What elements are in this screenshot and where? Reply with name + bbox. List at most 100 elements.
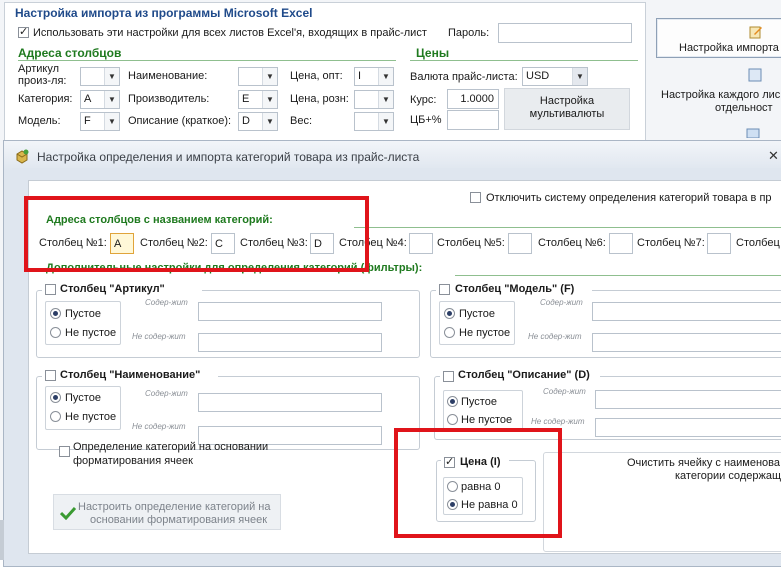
price-opt-label: Цена, опт:	[290, 70, 343, 82]
each-sheet-settings-button[interactable]: Настройка каждого лис отдельност	[656, 62, 781, 122]
model-contains-field[interactable]	[592, 302, 781, 321]
import-settings-button-label: Настройка импорта	[679, 42, 779, 54]
name-filter-checkbox[interactable]	[45, 370, 56, 381]
article-label: Артикул произ-ля:	[18, 63, 67, 87]
model-filter-checkbox[interactable]	[439, 284, 450, 295]
markup-field[interactable]	[447, 110, 499, 130]
chevron-down-icon[interactable]: ▼	[104, 68, 119, 85]
columns-header-divider	[18, 60, 396, 61]
format-based-label-2: форматирования ячеек	[73, 455, 193, 467]
highlight-box-category-columns	[24, 196, 369, 272]
chevron-down-icon[interactable]: ▼	[262, 113, 277, 130]
desc-empty-radio[interactable]	[447, 396, 458, 407]
producer-combo-value: E	[242, 93, 250, 105]
clear-cell-label-2: категории содержащ	[675, 470, 781, 482]
edit-settings-icon	[749, 26, 762, 39]
desc-not-contains-field[interactable]	[595, 418, 781, 437]
currency-combo-value: USD	[526, 70, 550, 82]
desc-not-empty-radio[interactable]	[447, 414, 458, 425]
each-sheet-button-label-2: отдельност	[715, 102, 773, 114]
name-filter-title: Столбец "Наименование"	[60, 369, 201, 381]
rate-field[interactable]: 1.0000	[447, 89, 499, 109]
column-5-field[interactable]	[508, 233, 532, 254]
desc-filter-title: Столбец "Описание" (D)	[458, 369, 590, 381]
markup-label: ЦБ+%	[410, 114, 442, 126]
name-label: Наименование:	[128, 70, 208, 82]
article-empty-radio[interactable]	[50, 308, 61, 319]
column-6-label: Столбец №6:	[538, 237, 606, 249]
use-all-sheets-checkbox[interactable]	[18, 25, 29, 38]
category-combo[interactable]: A ▼	[80, 90, 120, 109]
column-5-label: Столбец №5:	[437, 237, 505, 249]
desc-filter-checkbox[interactable]	[443, 371, 454, 382]
article-contains-hint: Содер-жит	[145, 298, 188, 307]
article-combo[interactable]: ▼	[80, 67, 120, 86]
desc-not-empty-label: Не пустое	[461, 414, 513, 426]
sheet-icon	[748, 68, 762, 82]
format-based-checkbox[interactable]	[59, 446, 70, 457]
chevron-down-icon[interactable]: ▼	[378, 113, 393, 130]
column-7-field[interactable]	[707, 233, 731, 254]
column-4-field[interactable]	[409, 233, 433, 254]
format-settings-button-label-2: основании форматирования ячеек	[90, 514, 268, 526]
model-not-contains-field[interactable]	[592, 333, 781, 352]
chevron-down-icon[interactable]: ▼	[378, 68, 393, 85]
desc-combo[interactable]: D ▼	[238, 112, 278, 131]
chevron-down-icon[interactable]: ▼	[378, 91, 393, 108]
clear-cell-label-1: Очистить ячейку с наименова	[627, 457, 780, 469]
password-label: Пароль:	[448, 27, 490, 39]
use-all-sheets-label: Использовать эти настройки для всех лист…	[33, 27, 427, 39]
price-retail-label: Цена, розн:	[290, 93, 349, 105]
column-8-label: Столбец	[736, 237, 780, 249]
currency-combo[interactable]: USD ▼	[522, 67, 588, 86]
format-settings-button[interactable]: Настроить определение категорий на основ…	[53, 494, 281, 530]
password-field[interactable]	[498, 23, 632, 43]
name-contains-field[interactable]	[198, 393, 382, 412]
weight-combo[interactable]: ▼	[354, 112, 394, 131]
chevron-down-icon[interactable]: ▼	[104, 91, 119, 108]
article-filter-checkbox[interactable]	[45, 284, 56, 295]
weight-label: Вес:	[290, 115, 313, 127]
desc-combo-value: D	[242, 115, 250, 127]
price-opt-combo[interactable]: I ▼	[354, 67, 394, 86]
model-empty-label: Пустое	[459, 308, 495, 320]
name-empty-radio[interactable]	[50, 392, 61, 403]
sheets-icon	[746, 128, 760, 138]
article-not-empty-radio[interactable]	[50, 327, 61, 338]
model-combo[interactable]: F ▼	[80, 112, 120, 131]
name-empty-label: Пустое	[65, 392, 101, 404]
chevron-down-icon[interactable]: ▼	[572, 68, 587, 85]
checkmark-icon	[60, 506, 76, 520]
close-icon[interactable]: ✕	[768, 148, 779, 164]
dialog-app-icon	[16, 149, 29, 164]
disable-system-checkbox[interactable]	[470, 192, 481, 203]
model-combo-value: F	[84, 115, 91, 127]
name-not-contains-hint: Не содер-жит	[132, 422, 186, 431]
rate-label: Курс:	[410, 94, 437, 106]
desc-empty-label: Пустое	[461, 396, 497, 408]
name-not-empty-radio[interactable]	[50, 411, 61, 422]
producer-label: Производитель:	[128, 93, 210, 105]
highlight-box-price-filter	[394, 428, 562, 538]
price-retail-combo[interactable]: ▼	[354, 90, 394, 109]
model-not-contains-hint: Не содер-жит	[528, 332, 582, 341]
name-combo[interactable]: ▼	[238, 67, 278, 86]
prices-header: Цены	[416, 46, 450, 60]
model-not-empty-radio[interactable]	[444, 327, 455, 338]
column-6-field[interactable]	[609, 233, 633, 254]
article-not-contains-field[interactable]	[198, 333, 382, 352]
multicurrency-button[interactable]: Настройка мультивалюты	[504, 88, 630, 130]
chevron-down-icon[interactable]: ▼	[262, 91, 277, 108]
chevron-down-icon[interactable]: ▼	[262, 68, 277, 85]
article-contains-field[interactable]	[198, 302, 382, 321]
column-7-label: Столбец №7:	[637, 237, 705, 249]
desc-contains-field[interactable]	[595, 390, 781, 409]
import-settings-button[interactable]: Настройка импорта	[656, 18, 781, 58]
chevron-down-icon[interactable]: ▼	[104, 113, 119, 130]
filters-divider	[455, 275, 781, 276]
model-empty-radio[interactable]	[444, 308, 455, 319]
article-empty-label: Пустое	[65, 308, 101, 320]
format-based-label-1: Определение категорий на основании	[73, 441, 269, 453]
model-filter-title: Столбец "Модель" (F)	[455, 283, 575, 295]
producer-combo[interactable]: E ▼	[238, 90, 278, 109]
